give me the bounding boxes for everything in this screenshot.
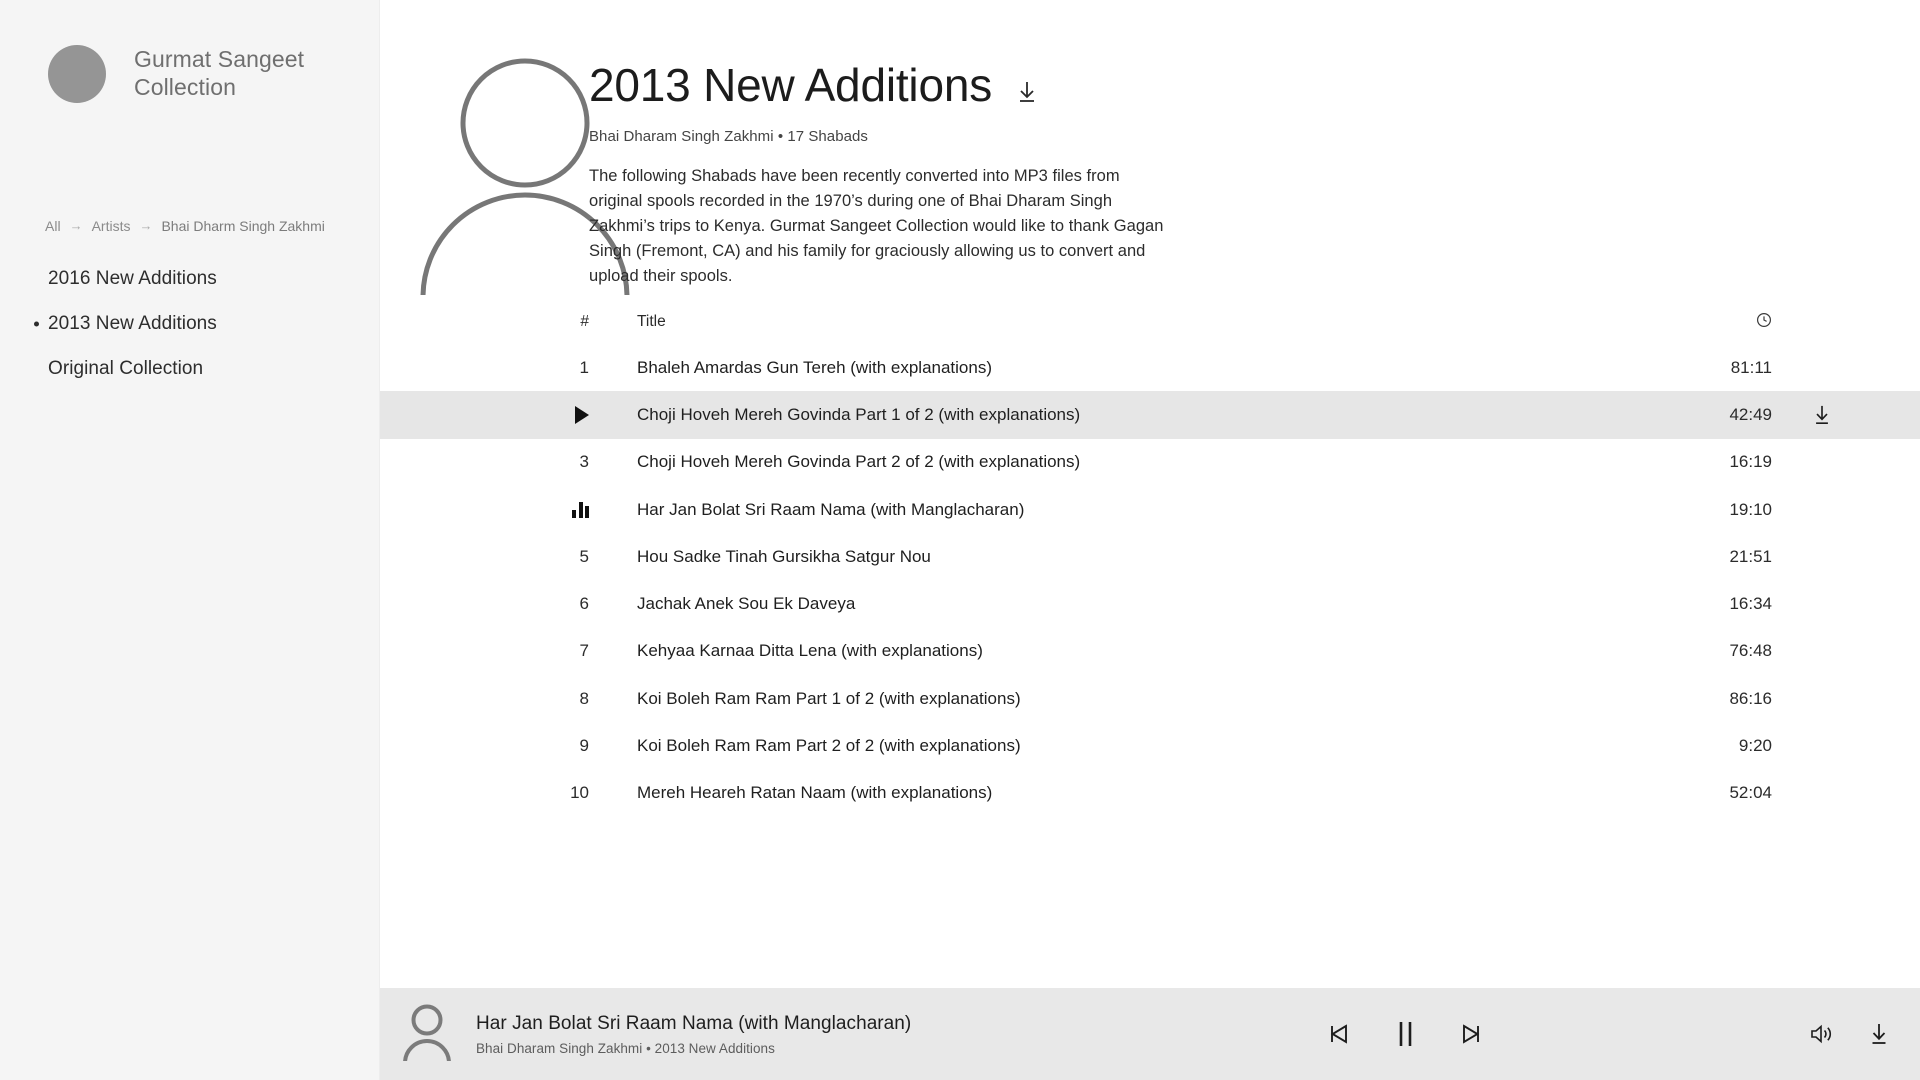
volume-button[interactable]	[1809, 1023, 1835, 1045]
main-content: 2013 New Additions Bhai Dharam Singh Zak…	[380, 0, 1920, 1080]
track-title: Choji Hoveh Mereh Govinda Part 1 of 2 (w…	[637, 404, 1081, 424]
album-title-row: 2013 New Additions	[589, 59, 1329, 112]
sidebar-item-2016-new-additions[interactable]: 2016 New Additions	[0, 256, 380, 301]
track-duration: 86:16	[1729, 688, 1772, 708]
download-icon	[1872, 1024, 1886, 1044]
brand[interactable]: Gurmat Sangeet Collection	[48, 45, 324, 103]
column-header-duration	[1610, 312, 1800, 333]
track-list: # Title 1 Bhaleh Amardas Gun Tereh (with…	[380, 300, 1920, 817]
track-title: Hou Sadke Tinah Gursikha Satgur Nou	[637, 546, 931, 566]
now-playing-indicator	[380, 501, 634, 518]
track-duration: 52:04	[1729, 783, 1772, 803]
album-info: 2013 New Additions Bhai Dharam Singh Zak…	[589, 59, 1329, 289]
table-row[interactable]: 8 Koi Boleh Ram Ram Part 1 of 2 (with ex…	[380, 675, 1920, 722]
play-button[interactable]	[380, 405, 634, 424]
track-title: Kehyaa Karnaa Ditta Lena (with explanati…	[637, 641, 983, 661]
breadcrumb: All → Artists → Bhai Dharm Singh Zakhmi	[45, 217, 325, 235]
track-duration: 42:49	[1729, 404, 1772, 424]
equalizer-icon	[572, 501, 589, 518]
table-row[interactable]: 1 Bhaleh Amardas Gun Tereh (with explana…	[380, 344, 1920, 391]
sidebar-item-original-collection[interactable]: Original Collection	[0, 346, 380, 391]
chevron-right-icon: →	[139, 217, 153, 233]
pause-icon	[1399, 1022, 1411, 1046]
volume-icon	[1811, 1024, 1832, 1044]
track-title: Bhaleh Amardas Gun Tereh (with explanati…	[637, 357, 992, 377]
previous-track-icon	[1330, 1024, 1347, 1044]
track-number: 9	[579, 736, 589, 756]
chevron-right-icon: →	[69, 217, 83, 233]
next-track-icon	[1462, 1024, 1479, 1044]
track-duration: 16:19	[1729, 452, 1772, 472]
app-root: Gurmat Sangeet Collection All → Artists …	[0, 0, 1920, 1080]
next-track-button[interactable]	[1458, 1022, 1484, 1046]
previous-track-button[interactable]	[1326, 1022, 1352, 1046]
player-bar: Har Jan Bolat Sri Raam Nama (with Mangla…	[380, 988, 1920, 1080]
track-duration: 76:48	[1729, 641, 1772, 661]
breadcrumb-item-artist[interactable]: Bhai Dharm Singh Zakhmi	[161, 218, 324, 234]
track-list-header: # Title	[380, 300, 1920, 344]
table-row[interactable]: Choji Hoveh Mereh Govinda Part 1 of 2 (w…	[380, 391, 1920, 439]
track-number: 7	[579, 641, 589, 661]
player-track-title: Har Jan Bolat Sri Raam Nama (with Mangla…	[476, 1013, 912, 1035]
person-outline-icon	[400, 1003, 454, 1066]
track-number: 8	[579, 688, 589, 708]
clock-icon	[1756, 312, 1772, 328]
table-row[interactable]: 6 Jachak Anek Sou Ek Daveya 16:34	[380, 580, 1920, 627]
player-download-button[interactable]	[1868, 1022, 1890, 1046]
player-now-playing[interactable]: Har Jan Bolat Sri Raam Nama (with Mangla…	[380, 1003, 1000, 1066]
track-number: 6	[579, 594, 589, 614]
download-icon[interactable]	[1014, 79, 1040, 105]
column-header-title: Title	[637, 313, 666, 330]
breadcrumb-item-artists[interactable]: Artists	[92, 218, 131, 234]
table-row[interactable]: Har Jan Bolat Sri Raam Nama (with Mangla…	[380, 486, 1920, 533]
sidebar-nav: 2016 New Additions 2013 New Additions Or…	[0, 256, 380, 391]
track-duration: 9:20	[1738, 736, 1772, 756]
active-bullet-icon	[34, 321, 39, 326]
page-title: 2013 New Additions	[589, 59, 993, 111]
table-row[interactable]: 5 Hou Sadke Tinah Gursikha Satgur Nou 21…	[380, 533, 1920, 580]
sidebar-item-label: Original Collection	[48, 357, 204, 379]
track-download-button[interactable]	[1800, 404, 1920, 426]
column-header-number: #	[580, 313, 589, 330]
track-number: 3	[579, 452, 589, 472]
table-row[interactable]: 7 Kehyaa Karnaa Ditta Lena (with explana…	[380, 628, 1920, 675]
track-title: Jachak Anek Sou Ek Daveya	[637, 594, 856, 614]
table-row[interactable]: 3 Choji Hoveh Mereh Govinda Part 2 of 2 …	[380, 439, 1920, 486]
sidebar-item-2013-new-additions[interactable]: 2013 New Additions	[0, 301, 380, 346]
player-right-controls	[1809, 1022, 1920, 1046]
play-pause-button[interactable]	[1392, 1019, 1418, 1049]
track-number: 1	[579, 357, 589, 377]
brand-name: Gurmat Sangeet Collection	[134, 46, 305, 101]
sidebar-item-label: 2016 New Additions	[48, 267, 217, 289]
table-row[interactable]: 9 Koi Boleh Ram Ram Part 2 of 2 (with ex…	[380, 722, 1920, 769]
track-duration: 21:51	[1729, 546, 1772, 566]
player-track-info: Har Jan Bolat Sri Raam Nama (with Mangla…	[476, 1012, 911, 1056]
circle-avatar-icon	[48, 45, 106, 103]
track-title: Har Jan Bolat Sri Raam Nama (with Mangla…	[637, 499, 1025, 519]
table-row[interactable]: 10 Mereh Heareh Ratan Naam (with explana…	[380, 770, 1920, 817]
player-track-subtitle: Bhai Dharam Singh Zakhmi • 2013 New Addi…	[476, 1040, 775, 1056]
track-duration: 81:11	[1730, 357, 1772, 377]
play-icon	[575, 405, 589, 424]
album-description: The following Shabads have been recently…	[589, 166, 1164, 285]
track-title: Koi Boleh Ram Ram Part 2 of 2 (with expl…	[637, 736, 1021, 756]
track-title: Choji Hoveh Mereh Govinda Part 2 of 2 (w…	[637, 452, 1081, 472]
track-title: Koi Boleh Ram Ram Part 1 of 2 (with expl…	[637, 688, 1021, 708]
track-duration: 16:34	[1729, 594, 1772, 614]
breadcrumb-item-all[interactable]: All	[45, 218, 61, 234]
track-number: 10	[570, 783, 589, 803]
download-icon	[1816, 405, 1828, 424]
track-title: Mereh Heareh Ratan Naam (with explanatio…	[637, 783, 993, 803]
track-number: 5	[579, 546, 589, 566]
sidebar: Gurmat Sangeet Collection All → Artists …	[0, 0, 380, 1080]
sidebar-item-label: 2013 New Additions	[48, 312, 217, 334]
player-controls	[1000, 1019, 1809, 1049]
album-meta: Bhai Dharam Singh Zakhmi • 17 Shabads	[589, 127, 868, 145]
track-duration: 19:10	[1729, 499, 1772, 519]
